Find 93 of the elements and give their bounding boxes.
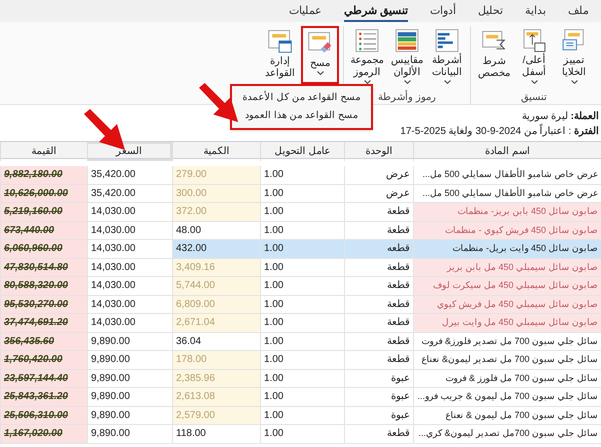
info-text: العملة: ليرة سورية (522, 110, 599, 124)
table-cell: صابون سائل 450 وايت بريل- منظمات (413, 240, 601, 258)
info-text: الفترة : اعتباراً من 2024-9-30 ولغاية 2025-5-17 (400, 124, 599, 139)
table-cell: 9,882,180.00 (0, 166, 87, 184)
table-cell: 2,613.08 (172, 388, 260, 406)
table-cell: 25,843,361.20 (0, 388, 87, 406)
table-cell: 1.00 (260, 240, 344, 258)
table-cell: 1.00 (260, 425, 344, 442)
ribbon-tab[interactable]: ملف (568, 3, 589, 22)
table-cell: قطعة (344, 222, 413, 239)
table-cell: 37,474,691.20 (0, 314, 87, 332)
table-cell: قطعة (344, 277, 413, 294)
table-cell: 279.00 (172, 166, 260, 184)
group-label: رموز وأشرطة (378, 90, 436, 105)
column-header[interactable]: القيمة (0, 142, 87, 161)
ribbon-button[interactable]: مقاييس الألوان (388, 26, 426, 84)
menu-item[interactable]: مسح القواعد من هذا العمود (232, 107, 371, 125)
ribbon-tab[interactable]: بداية (525, 3, 546, 22)
table-cell: 25,506,310.00 (0, 406, 87, 424)
table-cell: صابون سائل سيمبلي 450 مل سيكرت لوف (413, 277, 601, 294)
data-bars-icon (434, 28, 460, 54)
table-cell: 48.00 (172, 222, 260, 239)
table-cell: عرض خاص شامبو الأطفال سمايلي 500 مل... (413, 166, 601, 184)
column-header[interactable]: الوحدة (344, 142, 413, 161)
table-cell: سائل جلي سبون 700 مل فلورز & فروت (413, 370, 601, 387)
table-cell: صابون سائل سيمبلي 450 مل وايت بيرل (413, 314, 601, 332)
icon-set-icon (354, 28, 380, 54)
table-cell: قطعة (344, 332, 413, 350)
ribbon-button[interactable]: شرط مخصص (475, 26, 513, 84)
table-cell: 432.00 (172, 240, 260, 258)
up-arrow-table-icon (521, 28, 547, 54)
table-cell: عبوة (344, 370, 413, 387)
table-cell: 3,409.16 (172, 258, 260, 276)
table-cell: صابون سائل 450 بابن بريز- منظمات (413, 203, 601, 220)
table-cell: عرض خاص شامبو الأطفال سمايلي 500 مل... (413, 184, 601, 202)
ribbon-tab[interactable]: أدوات (430, 3, 456, 22)
table-cell: 47,830,514.80 (0, 258, 87, 276)
table-cell: 6,060,960.00 (0, 240, 87, 258)
table-cell: 178.00 (172, 351, 260, 368)
table-cell: 10,626,000.00 (0, 184, 87, 202)
table-cell: صابون سائل 450 فريش كيوي - منظمات (413, 222, 601, 239)
ribbon-button[interactable]: مسح (301, 26, 339, 84)
table-cell: 118.00 (172, 425, 260, 442)
table-cell: 2,579.00 (172, 406, 260, 424)
table-cell: عرض (344, 166, 413, 184)
table-cell: قطعة (344, 314, 413, 332)
table-cell: صابون سائل سيمبلي 450 مل فريش كيوي (413, 296, 601, 313)
table-cell: قطعة (344, 425, 413, 442)
table-cell: 6,809.00 (172, 296, 260, 313)
table-cell: سائل جلي سبون 700 مل تصدير فلورز& فروت (413, 332, 601, 350)
table-cell: 300.00 (172, 184, 260, 202)
table-cell: صابون سائل سيمبلي 450 مل بابن بريز (413, 258, 601, 276)
table-window-icon (267, 28, 293, 54)
table-cell: قطعة (344, 296, 413, 313)
table-cell: 23,597,144.40 (0, 370, 87, 387)
ribbon-button[interactable]: تمييز الخلايا (555, 26, 593, 84)
color-scale-icon (394, 28, 420, 54)
table-cell: قطعة (344, 351, 413, 368)
table-cell: 372.00 (172, 203, 260, 220)
ribbon-button[interactable]: أشرطة البيانات (428, 26, 466, 84)
table-cell: 1.00 (260, 222, 344, 239)
table-cell: عرض (344, 184, 413, 202)
table-cell: قطعه (344, 240, 413, 258)
table-cell: عبوة (344, 388, 413, 406)
table-cell: سائل جلي سبون 700 مل ليمون & جريب فرو... (413, 388, 601, 406)
table-cell: سائل جلي سبون 700 مل تصدير ليمون& نعناع (413, 351, 601, 368)
ribbon-button[interactable]: إدارة القواعد (261, 26, 299, 84)
ribbon-button[interactable]: أعلى/أسفل (515, 26, 553, 84)
column-header[interactable]: اسم المادة (413, 142, 601, 161)
menu-item[interactable]: مسح القواعد من كل الأعمدة (232, 89, 371, 107)
group-label: تنسيق (521, 91, 547, 105)
table-cell: قطعة (344, 203, 413, 220)
table-cell: قطعة (344, 258, 413, 276)
table-cell: 5,744.00 (172, 277, 260, 294)
table-cell: 2,671.04 (172, 314, 260, 332)
ribbon-tab[interactable]: عمليات (288, 3, 322, 22)
table-cell: 5,219,160.00 (0, 203, 87, 220)
table-cell: 36.04 (172, 332, 260, 350)
column-header[interactable]: عامل التحويل (260, 142, 344, 161)
column-header[interactable]: الكمية (172, 142, 260, 161)
table-cell: سائل جلي سبون 700مل تصدير ليمون& كري... (413, 425, 601, 442)
ribbon-tab[interactable]: تحليل (478, 3, 503, 22)
table-cell: 356,435.60 (0, 332, 87, 350)
table-cell: سائل جلي سبون 700 مل ليمون & نعناع (413, 406, 601, 424)
table-cell: عبوة (344, 406, 413, 424)
table-cell: 95,530,270.00 (0, 296, 87, 313)
table-cell: 2,385.96 (172, 370, 260, 387)
table-cell: 1.00 (260, 332, 344, 350)
ribbon-button[interactable]: مجموعة الرموز (348, 26, 386, 84)
table-cell: 1,167,020.00 (0, 425, 87, 442)
table-cell: 673,440.00 (0, 222, 87, 239)
table-cell: 80,588,320.00 (0, 277, 87, 294)
table-cell: 1,760,420.00 (0, 351, 87, 368)
